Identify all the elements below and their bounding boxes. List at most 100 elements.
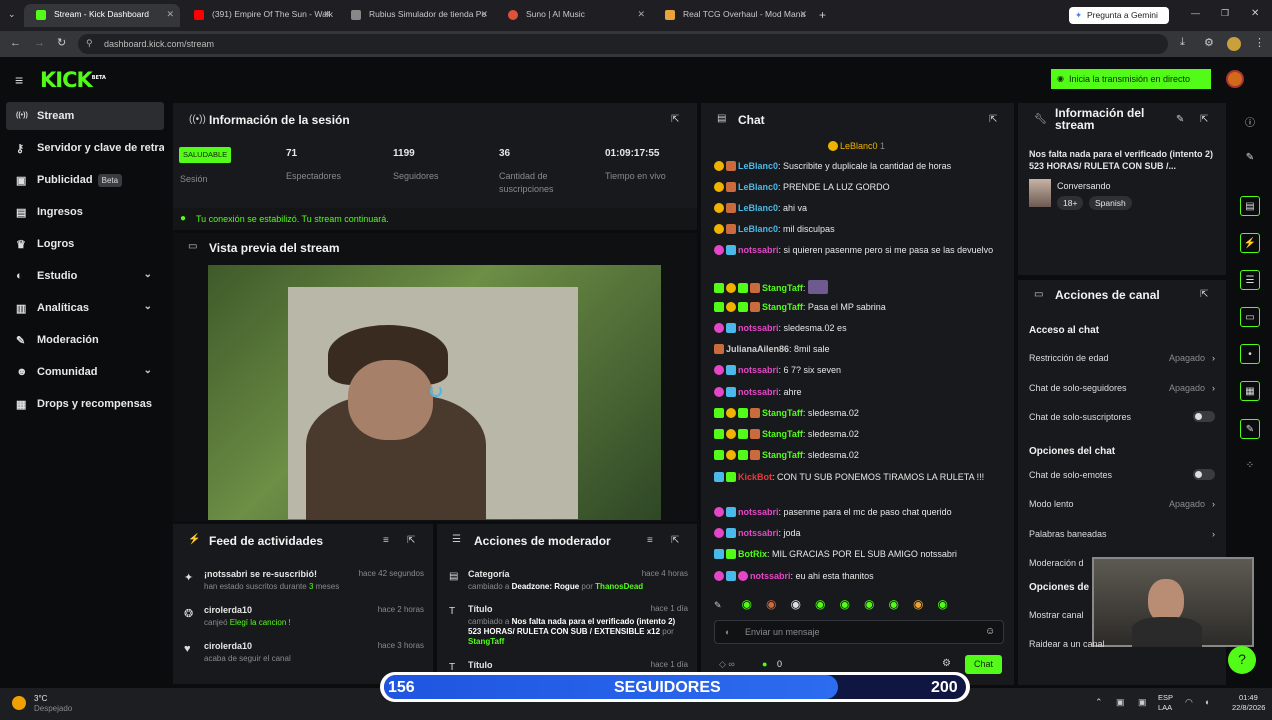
channel-action-chat-de-solo-seguidores[interactable]: Chat de solo-seguidores Apagado › [1029, 383, 1219, 397]
sidebar-item-ingresos[interactable]: ▤ Ingresos [6, 198, 164, 226]
sidebar-item-estudio[interactable]: ◐ Estudio ⌄ [6, 262, 164, 290]
close-tab-icon[interactable]: ✕ [637, 9, 645, 20]
wifi-icon[interactable]: ◠ [1185, 697, 1193, 708]
chat-username[interactable]: StangTaff [762, 450, 803, 460]
kick-logo[interactable]: KICKBETA [40, 68, 106, 92]
extensions-icon[interactable]: ⚙ [1204, 36, 1214, 49]
tray-icon[interactable]: ▣ [1138, 697, 1147, 708]
pin-icon[interactable]: ✎ [714, 600, 722, 610]
lang-indicator[interactable]: ESP [1158, 693, 1173, 702]
filter-icon[interactable]: ≡ [647, 535, 653, 546]
stack-icon[interactable]: ▦ [1240, 381, 1260, 401]
sidebar-item-anal-ticas[interactable]: ▥ Analíticas ⌄ [6, 294, 164, 322]
channel-action-raidear-a-un-canal[interactable]: Raidear a un canal [1029, 639, 1219, 653]
browser-menu-icon[interactable]: ⋮ [1254, 36, 1265, 49]
chat-username[interactable]: notssabri [738, 507, 779, 517]
popout-icon[interactable]: ⇱ [671, 114, 679, 125]
popout-icon[interactable]: ⇱ [1200, 289, 1208, 300]
popout-icon[interactable]: ⇱ [671, 535, 679, 546]
sidebar-item-stream[interactable]: ((•)) Stream [6, 102, 164, 130]
popout-icon[interactable]: ⇱ [1200, 114, 1208, 125]
channel-action-restricci-n-de-edad[interactable]: Restricción de edad Apagado › [1029, 353, 1219, 367]
info-icon[interactable]: ⓘ [1240, 110, 1260, 130]
stream-preview-video[interactable] [208, 265, 661, 520]
close-tab-icon[interactable]: ✕ [480, 9, 488, 20]
chat-username[interactable]: LeBlanc0 [738, 203, 778, 213]
toggle-switch[interactable] [1193, 468, 1215, 480]
wrench-icon[interactable]: ✎ [1240, 419, 1260, 439]
chevron-right-icon[interactable]: › [1212, 353, 1215, 363]
emote-icon[interactable]: ◉ [839, 597, 849, 611]
chat-username[interactable]: notssabri [738, 365, 779, 375]
chevron-down-icon[interactable]: ⌄ [144, 269, 152, 280]
tab-kick[interactable]: Stream - Kick Dashboard ✕ [24, 4, 180, 27]
pen-icon[interactable]: ✎ [1240, 148, 1260, 168]
channel-action-modo-lento[interactable]: Modo lento Apagado › [1029, 499, 1219, 513]
tray-icon[interactable]: ▣ [1116, 697, 1125, 708]
help-button[interactable]: ? [1228, 646, 1256, 674]
close-tab-icon[interactable]: ✕ [166, 9, 174, 20]
emote-icon[interactable]: ◉ [888, 597, 898, 611]
chat-username[interactable]: LeBlanc0 [738, 224, 778, 234]
sidebar-item-servidor-y-clave-de-retransmisi-n[interactable]: ⚷ Servidor y clave de retransmisión [6, 134, 164, 162]
chat-username[interactable]: LeBlanc0 [738, 161, 778, 171]
channel-action-chat-de-solo-emotes[interactable]: Chat de solo-emotes [1029, 468, 1219, 484]
tab-list-icon[interactable]: ⌄ [8, 9, 16, 20]
close-tab-icon[interactable]: ✕ [799, 9, 807, 20]
gemini-button[interactable]: ✦ Pregunta a Gemini [1069, 7, 1169, 24]
list-icon[interactable]: ☰ [1240, 270, 1260, 290]
download-icon[interactable]: ⤓ [1180, 36, 1185, 49]
chat-username[interactable]: BotRix [738, 549, 767, 559]
tab-youtube[interactable]: (391) Empire Of The Sun - Walk ✕ [182, 4, 337, 27]
chat-username[interactable]: notssabri [750, 571, 791, 581]
tab-rubius[interactable]: Rubius Simulador de tienda Po ✕ [339, 4, 494, 27]
chat-username[interactable]: notssabri [738, 387, 779, 397]
maximize-icon[interactable]: ❐ [1221, 8, 1229, 19]
chat-username[interactable]: StangTaff [762, 429, 803, 439]
sidebar-item-publicidad[interactable]: ▣ Publicidad Beta [6, 166, 164, 194]
filter-icon[interactable]: ≡ [383, 535, 389, 546]
channel-action-chat-de-solo-suscriptores[interactable]: Chat de solo-suscriptores [1029, 411, 1219, 426]
volume-icon[interactable]: ◖ [1204, 697, 1209, 707]
reload-icon[interactable]: ↻ [57, 36, 66, 49]
emote-icon[interactable]: ◉ [913, 597, 923, 611]
channel-action-palabras-baneadas[interactable]: Palabras baneadas › [1029, 529, 1219, 543]
toggle-switch[interactable] [1193, 411, 1215, 422]
chat-username[interactable]: notssabri [738, 323, 779, 333]
chevron-right-icon[interactable]: › [1212, 383, 1215, 393]
chevron-down-icon[interactable]: ⌄ [144, 301, 152, 312]
close-window-icon[interactable]: ✕ [1251, 8, 1259, 19]
channel-action-mostrar-canal[interactable]: Mostrar canal [1029, 610, 1219, 624]
tab-suno[interactable]: Suno | AI Music ✕ [496, 4, 651, 27]
chat-settings-icon[interactable]: ⚙ [942, 658, 951, 669]
broadcast-icon[interactable]: • [1240, 344, 1260, 364]
profile-avatar[interactable] [1227, 37, 1241, 51]
chevron-down-icon[interactable]: ⌄ [144, 365, 152, 376]
new-tab-icon[interactable]: + [819, 8, 826, 22]
chat-username[interactable]: notssabri [738, 245, 779, 255]
chat-username[interactable]: LeBlanc0 [738, 182, 778, 192]
chat-settings-left-icon[interactable]: ◇ ∞ [719, 659, 735, 670]
forward-icon[interactable]: → [34, 37, 45, 49]
tray-chevron-icon[interactable]: ⌃ [1095, 697, 1103, 708]
edit-icon[interactable]: ✎ [1176, 114, 1184, 125]
chat-username[interactable]: StangTaff [762, 302, 803, 312]
send-chat-button[interactable]: Chat [965, 655, 1002, 674]
emoji-icon[interactable]: ☺ [985, 626, 995, 637]
hamburger-menu-icon[interactable]: ≡ [15, 72, 23, 88]
chat-username[interactable]: StangTaff [762, 283, 803, 293]
sidebar-item-moderaci-n[interactable]: ✎ Moderación [6, 326, 164, 354]
chat-username[interactable]: StangTaff [762, 408, 803, 418]
chevron-right-icon[interactable]: › [1212, 499, 1215, 509]
sidebar-item-logros[interactable]: ♛ Logros [6, 230, 164, 258]
go-live-button[interactable]: ◉ Inicia la transmisión en directo [1051, 69, 1211, 89]
user-avatar[interactable] [1226, 70, 1244, 88]
sidebar-item-comunidad[interactable]: ☻ Comunidad ⌄ [6, 358, 164, 386]
panel-icon[interactable]: ▤ [1240, 196, 1260, 216]
emote-icon[interactable]: ◉ [815, 597, 825, 611]
sidebar-item-drops-y-recompensas[interactable]: ▦ Drops y recompensas [6, 390, 164, 418]
channel-action-moderaci-n-d[interactable]: Moderación d [1029, 558, 1219, 572]
back-icon[interactable]: ← [10, 37, 21, 49]
chat-username[interactable]: KickBot [738, 472, 772, 482]
chevron-right-icon[interactable]: › [1212, 529, 1215, 539]
